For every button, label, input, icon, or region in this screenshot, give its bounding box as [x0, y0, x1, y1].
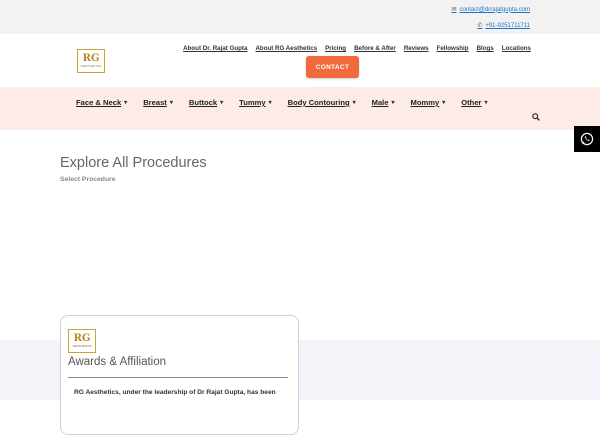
- chevron-down-icon: ▾: [268, 100, 272, 106]
- menu-other[interactable]: Other ▾: [461, 98, 487, 107]
- topnav-fellowship[interactable]: Fellowship: [437, 45, 469, 52]
- topnav-locations[interactable]: Locations: [502, 45, 531, 52]
- top-contact-bar: ✉ contact@drrajatgupta.com ✆ +91-9251711…: [0, 0, 600, 34]
- search-icon[interactable]: [532, 113, 540, 121]
- phone-text[interactable]: +91-9251711711: [485, 23, 530, 29]
- page-title: Explore All Procedures: [60, 155, 207, 171]
- chevron-down-icon: ▾: [220, 100, 224, 106]
- menu-label: Buttock: [188, 98, 218, 107]
- topnav-about-clinic[interactable]: About RG Aesthetics: [255, 45, 317, 52]
- menu-label: Body Contouring: [287, 98, 350, 107]
- whatsapp-icon: [580, 132, 594, 146]
- menu-label: Breast: [143, 98, 167, 107]
- logo-subtext: AESTHETICS: [80, 64, 102, 68]
- card-logo: RG AESTHETICS: [68, 329, 96, 353]
- topnav-about-doctor[interactable]: About Dr. Rajat Gupta: [183, 45, 247, 52]
- topnav-blogs[interactable]: Blogs: [477, 45, 494, 52]
- menu-male[interactable]: Male ▾: [372, 98, 395, 107]
- chevron-down-icon: ▾: [352, 100, 356, 106]
- logo-mark: RG: [82, 53, 100, 64]
- select-procedure-label: Select Procedure: [60, 176, 116, 183]
- chevron-down-icon: ▾: [391, 100, 395, 106]
- site-logo[interactable]: RG AESTHETICS: [77, 49, 105, 73]
- menu-label: Other: [461, 98, 482, 107]
- menu-buttock[interactable]: Buttock ▾: [189, 98, 223, 107]
- email-text[interactable]: contact@drrajatgupta.com: [460, 7, 530, 13]
- menu-mommy[interactable]: Mommy ▾: [411, 98, 446, 107]
- awards-card: RG AESTHETICS Awards & Affiliation RG Ae…: [60, 315, 299, 435]
- menu-breast[interactable]: Breast ▾: [143, 98, 173, 107]
- card-title: Awards & Affiliation: [68, 356, 167, 368]
- menu-label: Tummy: [239, 98, 266, 107]
- menu-body-contouring[interactable]: Body Contouring ▾: [288, 98, 356, 107]
- contact-button[interactable]: CONTACT: [306, 56, 359, 78]
- chevron-down-icon: ▾: [169, 100, 173, 106]
- top-navigation: About Dr. Rajat Gupta About RG Aesthetic…: [183, 45, 531, 52]
- chevron-down-icon: ▾: [124, 100, 128, 106]
- logo-subtext: AESTHETICS: [72, 344, 92, 348]
- envelope-icon: ✉: [451, 7, 457, 13]
- logo-mark: RG: [73, 333, 91, 344]
- menu-label: Face & Neck: [76, 98, 122, 107]
- whatsapp-button[interactable]: [574, 126, 600, 152]
- email-link[interactable]: ✉ contact@drrajatgupta.com: [451, 6, 531, 14]
- topnav-reviews[interactable]: Reviews: [404, 45, 429, 52]
- card-text: RG Aesthetics, under the leadership of D…: [74, 389, 276, 396]
- chevron-down-icon: ▾: [442, 100, 446, 106]
- chevron-down-icon: ▾: [484, 100, 488, 106]
- topnav-pricing[interactable]: Pricing: [325, 45, 346, 52]
- divider: [68, 377, 288, 378]
- menu-label: Male: [371, 98, 389, 107]
- menu-label: Mommy: [410, 98, 440, 107]
- main-navigation: Face & Neck ▾ Breast ▾ Buttock ▾ Tummy ▾…: [76, 98, 488, 107]
- phone-icon: ✆: [477, 23, 483, 29]
- topnav-before-after[interactable]: Before & After: [354, 45, 396, 52]
- menu-face-neck[interactable]: Face & Neck ▾: [76, 98, 127, 107]
- phone-link[interactable]: ✆ +91-9251711711: [477, 22, 530, 30]
- main-menu-band: [0, 87, 600, 130]
- menu-tummy[interactable]: Tummy ▾: [239, 98, 271, 107]
